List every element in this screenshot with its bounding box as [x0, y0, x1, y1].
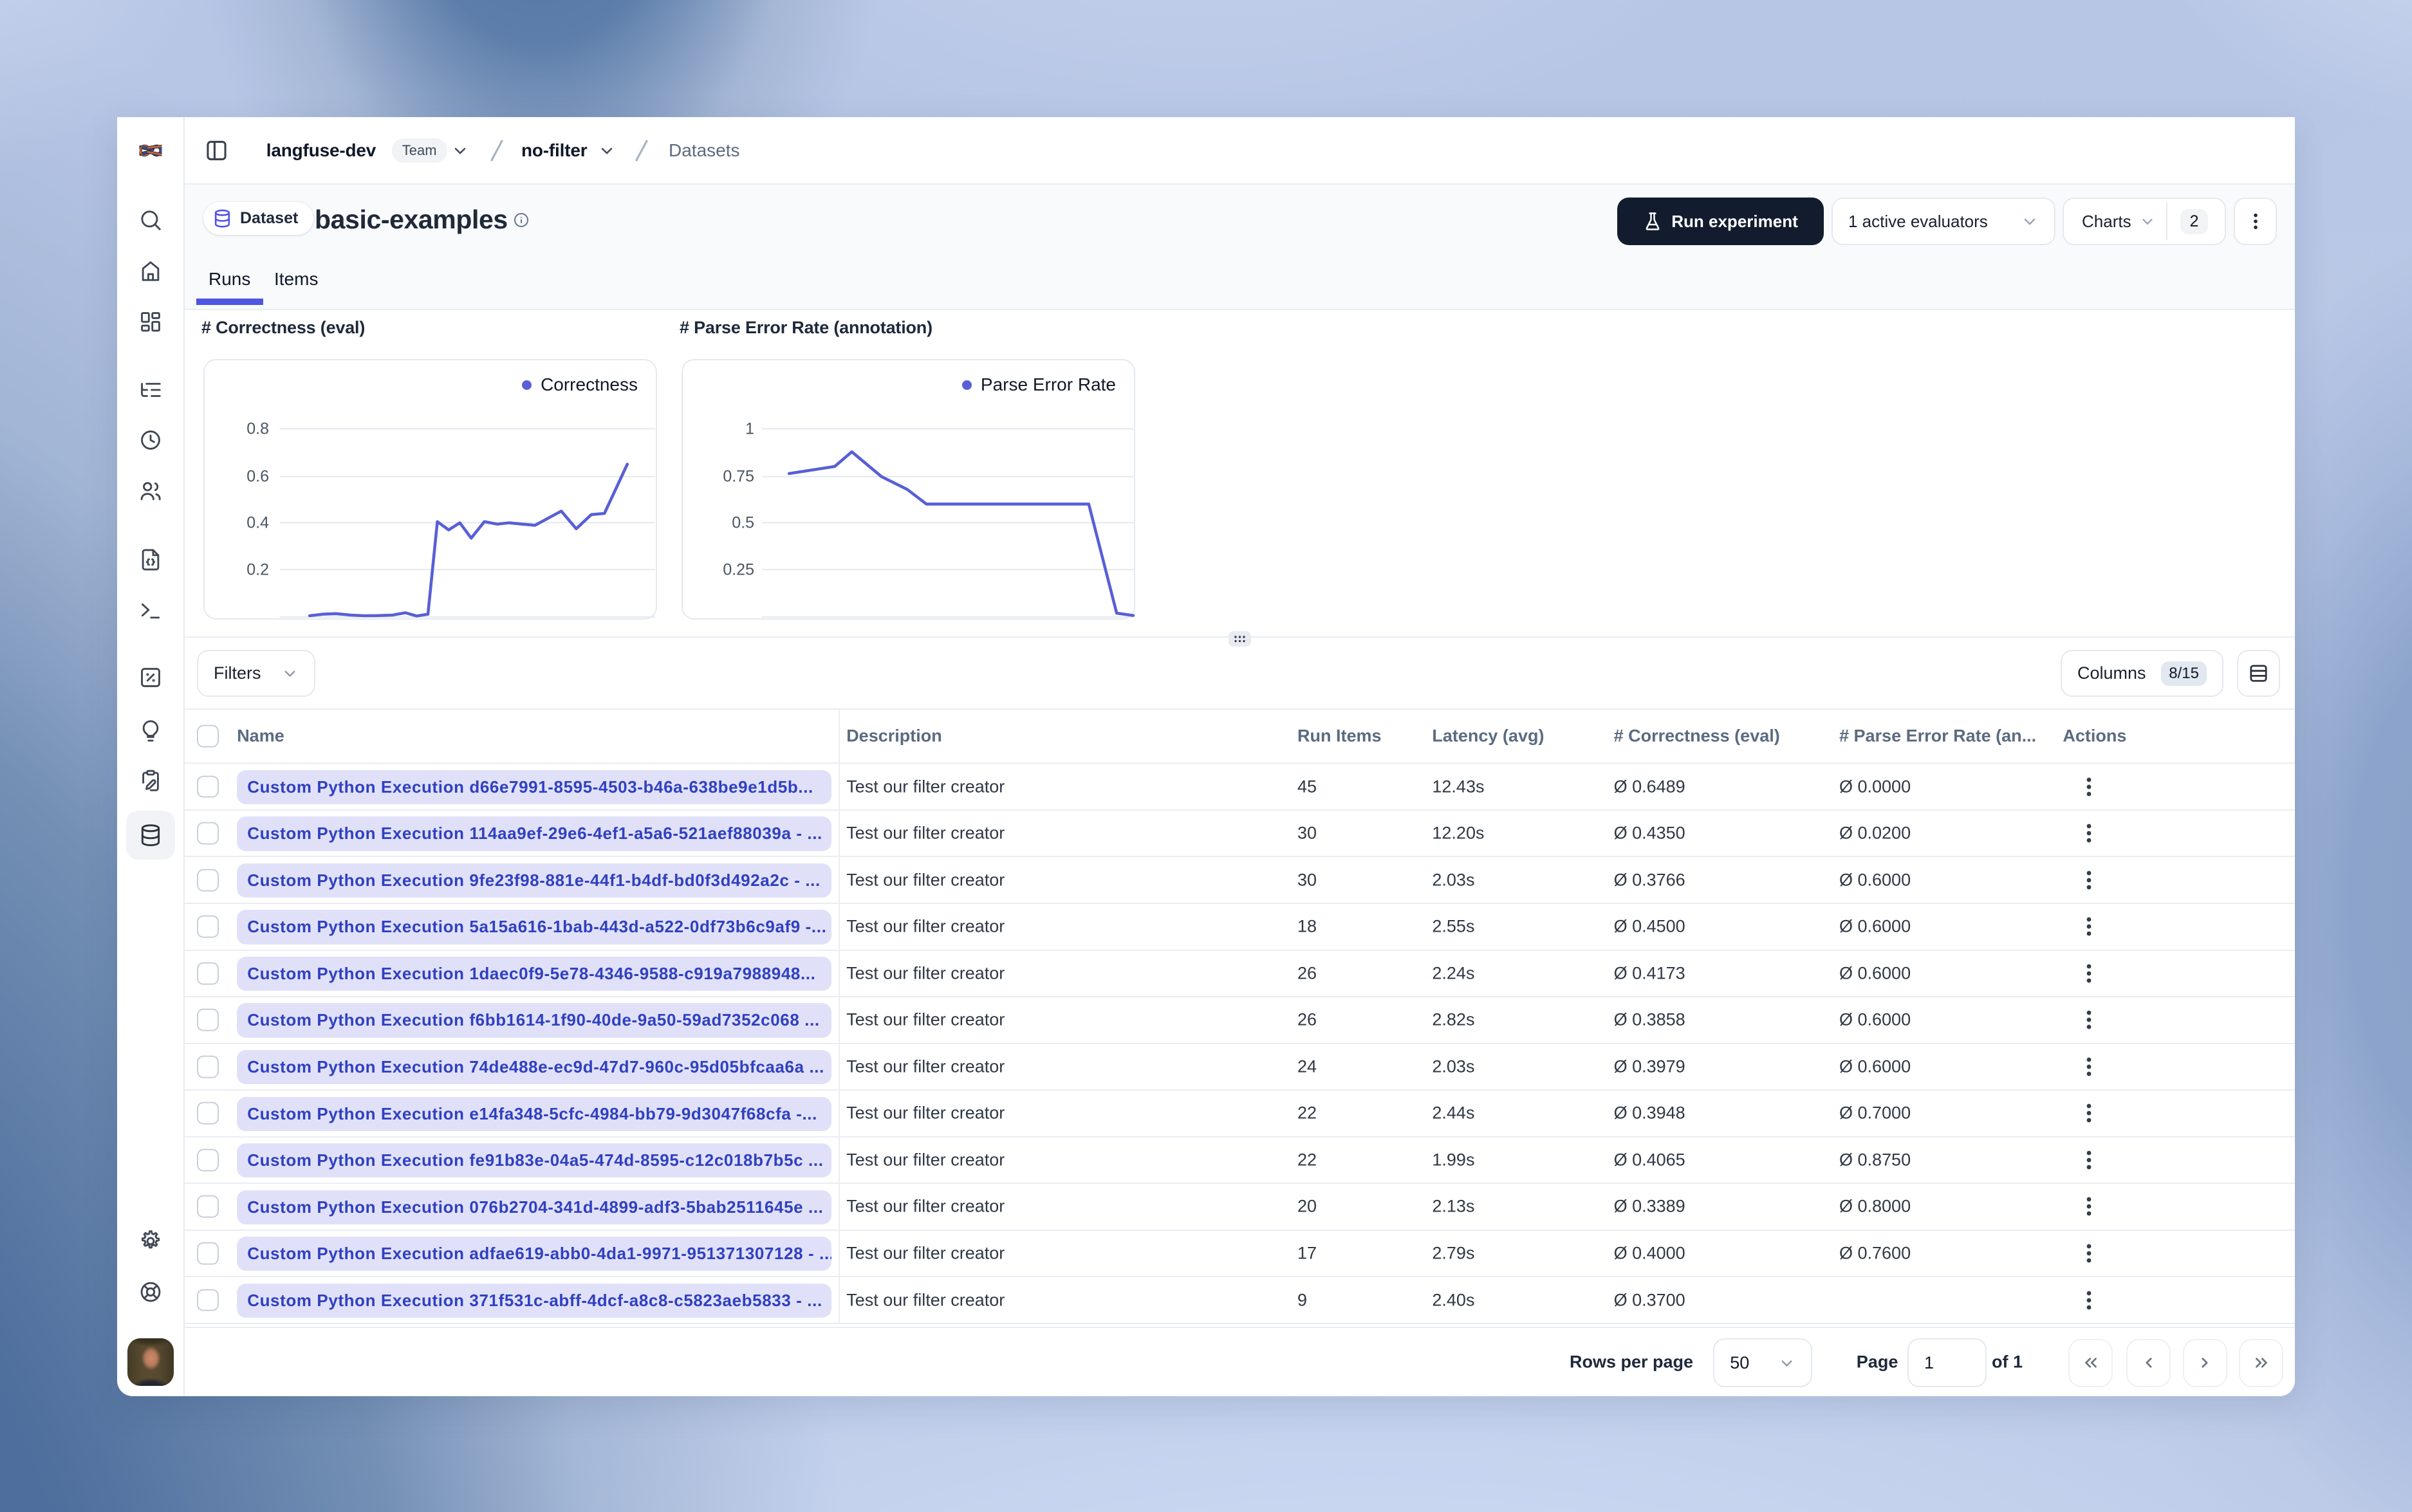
- svg-text:0.8: 0.8: [246, 419, 269, 438]
- svg-text:0.6: 0.6: [246, 468, 269, 486]
- svg-text:0.75: 0.75: [723, 468, 754, 486]
- svg-text:0.2: 0.2: [246, 560, 269, 578]
- svg-text:0.5: 0.5: [732, 513, 754, 531]
- svg-text:0.4: 0.4: [246, 513, 269, 531]
- svg-text:1: 1: [745, 419, 754, 438]
- svg-text:0.25: 0.25: [723, 560, 754, 578]
